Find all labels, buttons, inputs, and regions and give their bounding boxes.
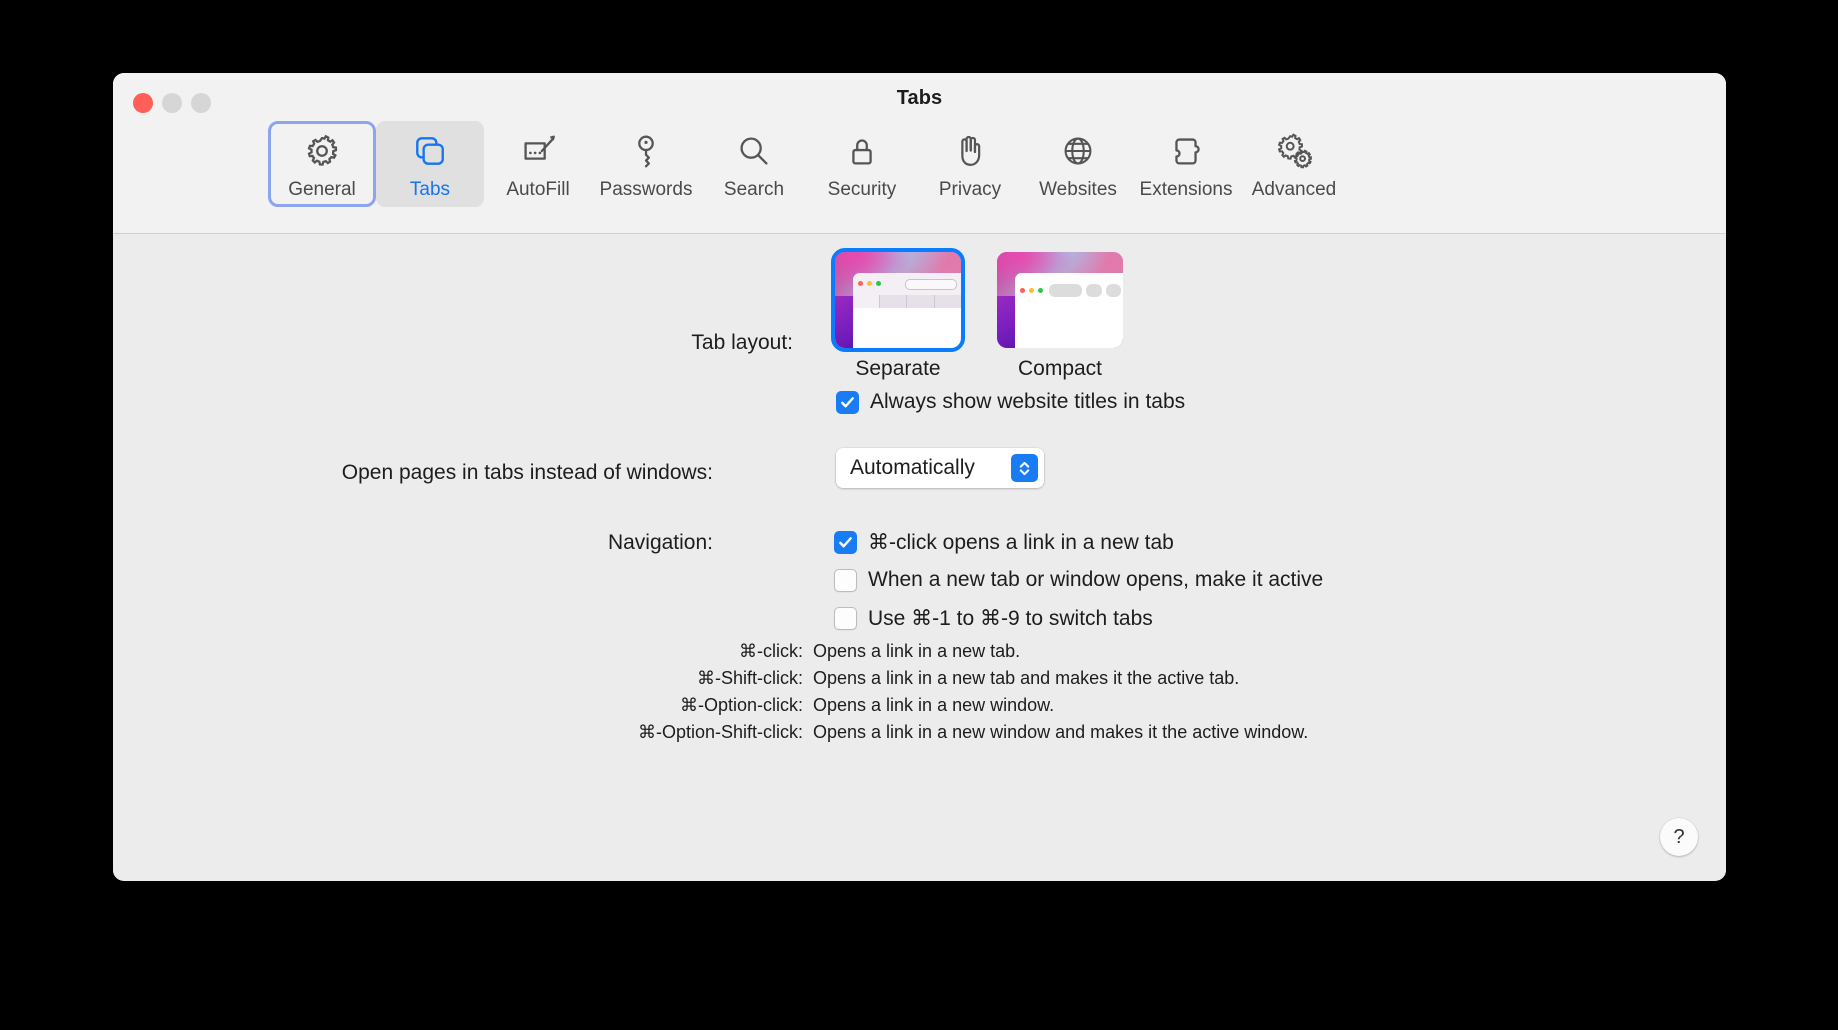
shortcut-row: ⌘-Option-Shift-click: Opens a link in a … (113, 719, 1726, 746)
checkbox-row-make-active[interactable]: When a new tab or window opens, make it … (834, 568, 1323, 592)
preview-browser-window (1014, 273, 1123, 348)
tab-autofill-label: AutoFill (506, 179, 570, 200)
shortcut-description: Opens a link in a new tab and makes it t… (813, 668, 1240, 688)
tab-privacy-label: Privacy (938, 179, 1002, 200)
tab-passwords[interactable]: Passwords (592, 121, 700, 207)
key-icon (625, 128, 667, 174)
shortcut-row: ⌘-Option-click: Opens a link in a new wi… (113, 692, 1726, 719)
chevron-up-down-icon (1011, 454, 1038, 482)
tab-general-label: General (288, 179, 356, 200)
shortcut-row: ⌘-Shift-click: Opens a link in a new tab… (113, 665, 1726, 692)
checkbox-row-cmd-click[interactable]: ⌘-click opens a link in a new tab (834, 530, 1174, 555)
tab-websites-label: Websites (1039, 179, 1117, 200)
tab-layout-compact-preview[interactable] (997, 252, 1123, 348)
shortcut-key: ⌘-Option-click: (679, 695, 803, 715)
tab-layout-option-compact[interactable]: Compact (997, 252, 1123, 381)
open-pages-popup-value: Automatically (850, 456, 975, 479)
shortcut-key: ⌘-Option-Shift-click: (637, 722, 803, 742)
desktop-background: Tabs General Tabs AutoFill Passwords Sea… (0, 0, 1838, 1030)
switch-tabs-checkbox[interactable] (834, 607, 857, 630)
checkbox-row-switch-tabs[interactable]: Use ⌘-1 to ⌘-9 to switch tabs (834, 606, 1153, 631)
make-active-label: When a new tab or window opens, make it … (868, 568, 1324, 591)
autofill-icon (517, 128, 559, 174)
cmd-click-checkbox[interactable] (834, 531, 857, 554)
preview-traffic-lights (1019, 288, 1043, 294)
tab-layout-compact-caption: Compact (1017, 357, 1103, 380)
search-icon (733, 128, 775, 174)
preview-compact-toolbar (1014, 273, 1123, 308)
shortcut-description: Opens a link in a new window. (813, 695, 1055, 715)
website-titles-checkbox[interactable] (836, 390, 859, 414)
preview-traffic-lights (857, 281, 881, 287)
tab-layout-option-separate[interactable]: Separate (831, 248, 965, 381)
preview-compact-tabs (1048, 284, 1121, 298)
tab-extensions[interactable]: Extensions (1132, 121, 1240, 207)
tab-search-label: Search (723, 179, 785, 200)
tab-advanced[interactable]: Advanced (1240, 121, 1348, 207)
switch-tabs-label: Use ⌘-1 to ⌘-9 to switch tabs (868, 607, 1153, 630)
make-active-checkbox[interactable] (834, 568, 857, 592)
open-pages-label: Open pages in tabs instead of windows: (341, 461, 713, 484)
preview-tab-bar (852, 295, 961, 309)
tab-layout-separate-caption: Separate (855, 357, 941, 380)
checkbox-row-website-titles[interactable]: Always show website titles in tabs (836, 390, 1185, 414)
website-titles-label: Always show website titles in tabs (870, 390, 1186, 413)
shortcut-key: ⌘-Shift-click: (696, 668, 803, 688)
help-button-label: ? (1673, 825, 1685, 848)
window-titlebar: Tabs General Tabs AutoFill Passwords Sea… (113, 73, 1726, 234)
page-title: Tabs (896, 87, 943, 109)
puzzle-icon (1165, 128, 1207, 174)
preview-toolbar (852, 273, 961, 296)
lock-icon (841, 128, 883, 174)
gear-icon (301, 128, 343, 174)
tab-security[interactable]: Security (808, 121, 916, 207)
shortcut-help-table: ⌘-click: Opens a link in a new tab. ⌘-Sh… (113, 638, 1726, 746)
tab-general[interactable]: General (268, 121, 376, 207)
shortcut-row: ⌘-click: Opens a link in a new tab. (113, 638, 1726, 665)
tab-layout-separate-preview[interactable] (831, 248, 965, 352)
tab-search[interactable]: Search (700, 121, 808, 207)
preview-browser-window (852, 273, 961, 348)
shortcut-description: Opens a link in a new window and makes i… (813, 722, 1309, 742)
shortcut-description: Opens a link in a new tab. (813, 641, 1021, 661)
help-button[interactable]: ? (1660, 818, 1698, 856)
tab-tabs[interactable]: Tabs (376, 121, 484, 207)
tab-privacy[interactable]: Privacy (916, 121, 1024, 207)
navigation-label: Navigation: (607, 531, 713, 554)
tab-passwords-label: Passwords (599, 179, 693, 200)
open-pages-popup-button[interactable]: Automatically (836, 448, 1044, 488)
tab-tabs-label: Tabs (409, 179, 451, 200)
tab-layout-label: Tab layout: (691, 331, 793, 354)
shortcut-key: ⌘-click: (739, 641, 803, 661)
double-gear-icon (1273, 128, 1315, 174)
tab-extensions-label: Extensions (1139, 179, 1233, 200)
preferences-window: Tabs General Tabs AutoFill Passwords Sea… (113, 73, 1726, 881)
tab-advanced-label: Advanced (1251, 179, 1337, 200)
tabs-icon (410, 128, 450, 174)
tab-security-label: Security (827, 179, 897, 200)
preview-address-bar (905, 279, 957, 291)
preferences-toolbar: General Tabs AutoFill Passwords Search S… (268, 121, 1348, 207)
tab-websites[interactable]: Websites (1024, 121, 1132, 207)
globe-icon (1057, 128, 1099, 174)
hand-icon (949, 128, 991, 174)
preferences-content-pane: Tab layout: Separate Compact Always show… (113, 234, 1726, 880)
cmd-click-label: ⌘-click opens a link in a new tab (868, 531, 1174, 554)
tab-autofill[interactable]: AutoFill (484, 121, 592, 207)
